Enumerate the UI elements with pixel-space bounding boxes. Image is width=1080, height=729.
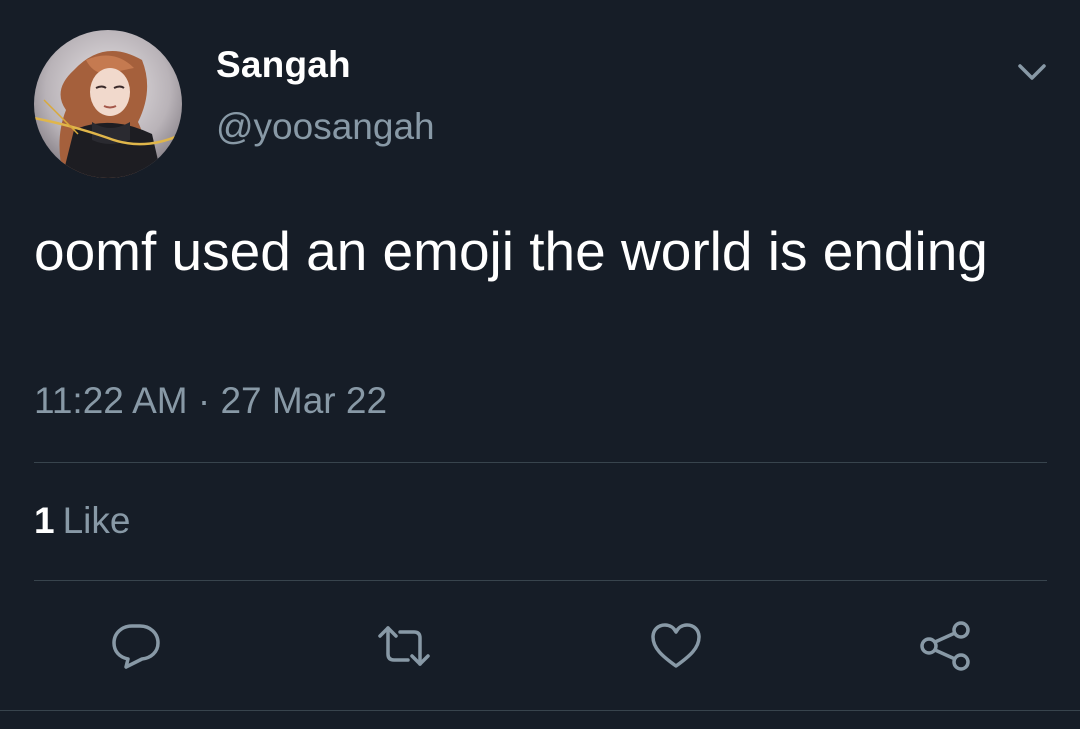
divider <box>34 462 1047 463</box>
share-button[interactable] <box>917 618 973 674</box>
heart-icon <box>651 623 701 668</box>
share-icon <box>920 621 970 671</box>
user-handle[interactable]: @yoosangah <box>216 106 435 148</box>
like-button[interactable] <box>648 618 704 674</box>
likes-count: 1 <box>34 500 55 541</box>
tweet-timestamp: 11:22 AM · 27 Mar 22 <box>34 380 388 421</box>
avatar-image <box>34 30 182 178</box>
display-name[interactable]: Sangah <box>216 44 351 86</box>
tweet-text: oomf used an emoji the world is ending <box>34 220 988 282</box>
avatar[interactable] <box>34 30 182 178</box>
likes-label: Like <box>62 500 131 541</box>
reply-button[interactable] <box>108 618 164 674</box>
likes-summary[interactable]: 1 Like <box>34 500 130 542</box>
chevron-down-icon[interactable] <box>1012 54 1052 90</box>
retweet-button[interactable] <box>376 618 432 674</box>
reply-icon <box>112 624 160 669</box>
retweet-icon <box>378 626 430 666</box>
divider <box>34 580 1047 581</box>
tweet-detail: Sangah @yoosangah oomf used an emoji the… <box>0 0 1080 729</box>
divider <box>0 710 1080 711</box>
